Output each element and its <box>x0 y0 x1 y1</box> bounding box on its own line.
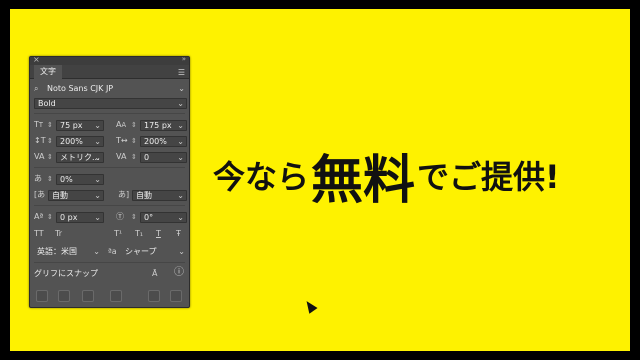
subscript-button[interactable]: T₁ <box>135 229 143 239</box>
info-icon[interactable]: ⓘ <box>174 268 184 278</box>
rotation-input[interactable]: 0° ⌄ <box>140 212 187 223</box>
baseline-shift-value: 0 px <box>60 213 78 222</box>
font-family-value: Noto Sans CJK JP <box>47 84 114 93</box>
chevron-down-icon[interactable]: ⌄ <box>94 153 101 162</box>
kerning-input[interactable]: メトリク... ⌄ <box>56 152 104 163</box>
close-icon[interactable]: × <box>33 55 40 64</box>
divider <box>34 262 185 263</box>
snap-option-icon[interactable] <box>82 290 94 302</box>
language-select[interactable]: 英語：米国 ⌄ <box>34 247 102 258</box>
antialias-select[interactable]: シャープ ⌄ <box>122 247 187 258</box>
horizontal-scale-input[interactable]: 200% ⌄ <box>140 136 187 147</box>
stepper-icon[interactable]: ⇕ <box>47 174 53 184</box>
headline-suffix: でご提供! <box>417 158 560 196</box>
chevron-down-icon[interactable]: ⌄ <box>177 121 184 130</box>
horizontal-scale-icon: T↔ <box>116 136 128 145</box>
chevron-down-icon[interactable]: ⌄ <box>178 247 185 257</box>
snap-option-icon[interactable] <box>148 290 160 302</box>
headline-text[interactable]: 今なら 無料 でご提供! <box>213 140 560 211</box>
aki-right-select[interactable]: 自動 ⌄ <box>132 190 187 201</box>
search-icon: ⌕ <box>34 84 39 93</box>
baseline-shift-icon: Aª <box>34 212 44 221</box>
snap-option-icon[interactable] <box>110 290 122 302</box>
aki-right-icon: あ] <box>118 190 130 199</box>
snap-option-icon[interactable] <box>58 290 70 302</box>
panel-titlebar[interactable]: × » <box>30 55 189 65</box>
panel-tab-row: 文字 ☰ <box>30 65 189 79</box>
small-caps-button[interactable]: Tr <box>55 229 62 239</box>
language-value: 英語：米国 <box>37 247 77 256</box>
stepper-icon[interactable]: ⇕ <box>47 212 53 222</box>
font-size-icon: TT <box>34 120 43 129</box>
vertical-scale-value: 200% <box>60 137 83 146</box>
aki-right-value: 自動 <box>136 191 152 200</box>
tsume-value: 0% <box>60 175 73 184</box>
panel-menu-icon[interactable]: ☰ <box>178 68 185 77</box>
chevron-down-icon[interactable]: ⌄ <box>94 213 101 222</box>
divider <box>34 113 185 114</box>
stepper-icon[interactable]: ⇕ <box>47 152 53 162</box>
collapse-icon[interactable]: » <box>182 55 186 63</box>
divider <box>34 205 185 206</box>
kerning-icon: VA <box>34 152 45 161</box>
antialias-value: シャープ <box>125 247 157 256</box>
stepper-icon[interactable]: ⇕ <box>47 120 53 130</box>
all-caps-button[interactable]: TT <box>34 229 44 239</box>
font-style-value: Bold <box>38 99 56 108</box>
tsume-input[interactable]: 0% ⌄ <box>56 174 104 185</box>
snap-option-icon[interactable] <box>170 290 182 302</box>
leading-input[interactable]: 175 px ⌄ <box>140 120 187 131</box>
chevron-down-icon[interactable]: ⌄ <box>177 99 184 108</box>
chevron-down-icon[interactable]: ⌄ <box>94 175 101 184</box>
chevron-down-icon[interactable]: ⌄ <box>94 191 101 200</box>
snap-option-icon[interactable] <box>36 290 48 302</box>
stepper-icon[interactable]: ⇕ <box>47 136 53 146</box>
glyph-options-icon[interactable]: Ā <box>152 269 157 279</box>
tracking-value: 0 <box>144 153 150 162</box>
font-size-value: 75 px <box>60 121 83 130</box>
snap-to-glyph-label: グリフにスナップ <box>34 269 98 278</box>
divider <box>34 167 185 168</box>
rotation-icon: Ⓣ <box>116 212 124 221</box>
font-family-field[interactable]: Noto Sans CJK JP ⌄ <box>44 84 187 95</box>
stepper-icon[interactable]: ⇕ <box>131 212 137 222</box>
superscript-button[interactable]: T¹ <box>114 229 122 239</box>
chevron-down-icon[interactable]: ⌄ <box>94 121 101 130</box>
tsume-icon: あ <box>34 174 42 183</box>
tab-character[interactable]: 文字 <box>34 65 62 79</box>
chevron-down-icon[interactable]: ⌄ <box>94 137 101 146</box>
baseline-shift-input[interactable]: 0 px ⌄ <box>56 212 104 223</box>
leading-icon: AA <box>116 120 127 129</box>
character-panel: × » 文字 ☰ ⌕ Noto Sans CJK JP ⌄ Bold ⌄ TT … <box>29 55 190 308</box>
tracking-input[interactable]: 0 ⌄ <box>140 152 187 163</box>
chevron-down-icon[interactable]: ⌄ <box>178 84 185 94</box>
vertical-scale-input[interactable]: 200% ⌄ <box>56 136 104 147</box>
tracking-icon: VA <box>116 152 127 161</box>
stepper-icon[interactable]: ⇕ <box>131 152 137 162</box>
chevron-down-icon[interactable]: ⌄ <box>177 191 184 200</box>
rotation-value: 0° <box>144 213 154 222</box>
leading-value: 175 px <box>144 121 172 130</box>
chevron-down-icon[interactable]: ⌄ <box>93 247 100 257</box>
aki-left-icon: [あ <box>34 190 46 199</box>
antialias-icon: ªa <box>108 247 117 256</box>
aki-left-select[interactable]: 自動 ⌄ <box>48 190 104 201</box>
stepper-icon[interactable]: ⇕ <box>131 136 137 146</box>
font-style-field[interactable]: Bold ⌄ <box>34 98 187 109</box>
horizontal-scale-value: 200% <box>144 137 167 146</box>
headline-emphasis: 無料 <box>311 150 416 211</box>
aki-left-value: 自動 <box>52 191 68 200</box>
chevron-down-icon[interactable]: ⌄ <box>177 153 184 162</box>
underline-button[interactable]: T <box>156 229 161 239</box>
vertical-scale-icon: ↕T <box>34 136 46 145</box>
strikethrough-button[interactable]: Ŧ <box>176 229 181 239</box>
chevron-down-icon[interactable]: ⌄ <box>177 213 184 222</box>
headline-prefix: 今なら <box>213 158 310 196</box>
font-size-input[interactable]: 75 px ⌄ <box>56 120 104 131</box>
stepper-icon[interactable]: ⇕ <box>131 120 137 130</box>
chevron-down-icon[interactable]: ⌄ <box>177 137 184 146</box>
